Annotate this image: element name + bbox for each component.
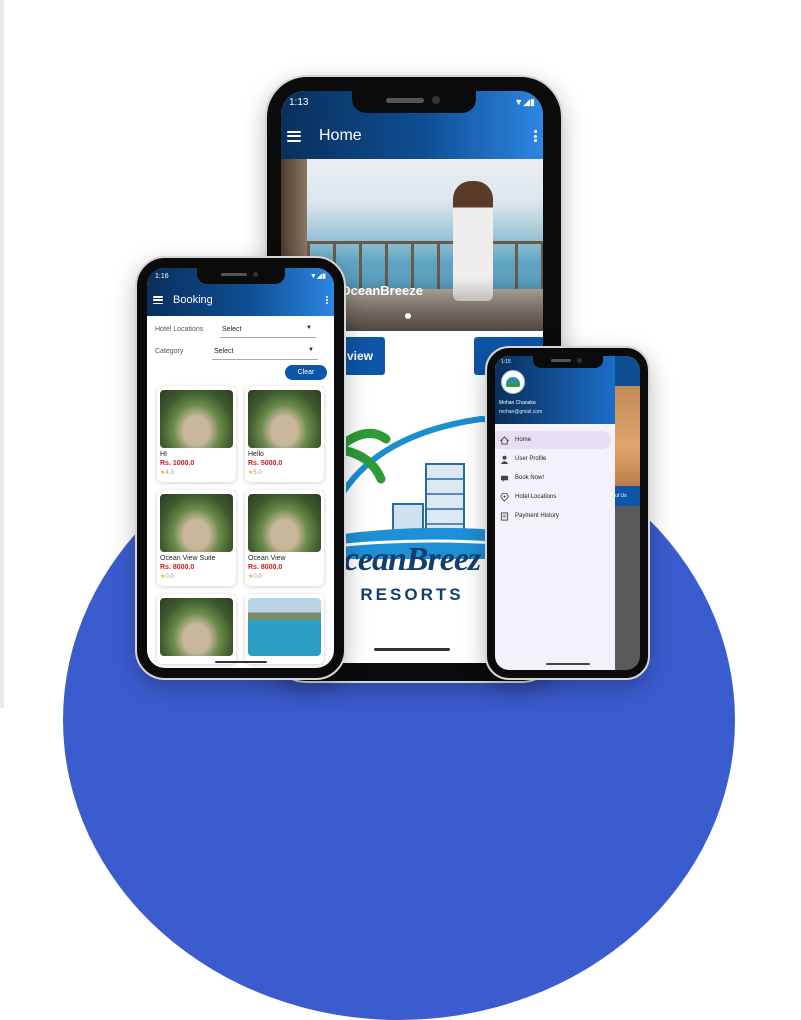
- clear-button[interactable]: Clear: [285, 365, 327, 380]
- clear-button-label: Clear: [297, 369, 315, 376]
- user-icon: [500, 455, 509, 464]
- drawer-item-hotel-locations[interactable]: Hotel Locations: [495, 488, 615, 506]
- booking-screen: 1:16 ▼◢▮ Booking Hotel Locations Select …: [147, 268, 334, 668]
- hotel-card-rating: ★5.0: [248, 469, 262, 476]
- home-appbar: Home: [281, 113, 543, 159]
- drawer-screen: ut Us 1:15 Mohan Chanaka mohan@gmail.com…: [495, 356, 640, 670]
- more-options-icon[interactable]: [534, 130, 537, 142]
- status-time: 1:16: [155, 272, 169, 280]
- hotel-card-image: [248, 390, 321, 448]
- drawer-item-label: Book Now!: [515, 475, 545, 481]
- home-icon: [500, 435, 509, 445]
- hotel-card-image: [248, 494, 321, 552]
- rating-value: 0.0: [165, 574, 174, 580]
- dropdown-arrow-icon: ▼: [306, 325, 312, 331]
- underlying-button: ut Us: [615, 486, 640, 506]
- speaker: [220, 273, 247, 276]
- hotel-locations-select[interactable]: Select ▼: [220, 323, 316, 338]
- drawer-notch: [532, 355, 603, 368]
- front-camera: [576, 358, 582, 363]
- hotel-card-price: Rs. 8000.0: [248, 564, 283, 571]
- rating-value: 4.3: [165, 470, 174, 476]
- hotel-card[interactable]: [245, 594, 324, 664]
- front-camera: [252, 272, 258, 277]
- hotel-card-image: [160, 598, 233, 656]
- front-camera: [432, 96, 440, 104]
- location-pin-icon: [500, 492, 509, 502]
- hotel-card-title: Ocean View: [248, 555, 286, 562]
- page-title: Booking: [173, 294, 213, 306]
- receipt-icon: [500, 511, 509, 521]
- category-label: Category: [155, 348, 184, 355]
- drawer-phone: ut Us 1:15 Mohan Chanaka mohan@gmail.com…: [485, 346, 650, 680]
- hotel-card[interactable]: [157, 594, 236, 664]
- hotel-card-price: Rs. 8000.0: [160, 564, 195, 571]
- home-notch: [352, 89, 476, 113]
- page-title: Home: [319, 127, 362, 144]
- more-options-icon[interactable]: [326, 296, 328, 304]
- status-time: 1:13: [289, 96, 309, 108]
- user-name: Mohan Chanaka: [499, 400, 536, 406]
- view-button-label: view: [346, 349, 373, 363]
- rating-value: 0.0: [253, 574, 262, 580]
- hotel-card[interactable]: Ocean View Rs. 8000.0 ★0.0: [245, 490, 324, 586]
- category-value: Select: [214, 348, 234, 355]
- hotel-card-title: Hello: [248, 451, 264, 458]
- underlying-appbar: [615, 356, 640, 386]
- hotel-card-rating: ★0.0: [248, 573, 262, 580]
- hotel-card-rating: ★0.0: [160, 573, 174, 580]
- navigation-drawer: 1:15 Mohan Chanaka mohan@gmail.com Home …: [495, 356, 615, 670]
- hamburger-menu-icon[interactable]: [153, 296, 163, 304]
- drawer-item-label: Payment History: [515, 513, 560, 519]
- status-time: 1:15: [501, 359, 511, 365]
- home-indicator: [545, 663, 590, 665]
- booking-appbar: Booking: [147, 284, 334, 316]
- left-edge-strip: [0, 0, 4, 708]
- hotel-card[interactable]: Hello Rs. 5000.0 ★5.0: [245, 386, 324, 482]
- status-icons: ▼◢▮: [514, 96, 535, 107]
- avatar-logo-icon: [506, 377, 520, 387]
- speaker: [386, 98, 424, 103]
- chat-icon: [500, 475, 509, 482]
- hotel-card-image: [160, 390, 233, 448]
- carousel-dot-active[interactable]: [405, 313, 411, 319]
- booking-notch: [196, 267, 285, 284]
- drawer-item-label: Hotel Locations: [515, 494, 557, 500]
- category-select[interactable]: Select ▼: [212, 345, 318, 360]
- hotel-card-price: Rs. 1000.0: [160, 460, 195, 467]
- speaker: [550, 359, 571, 362]
- status-icons: ▼◢▮: [309, 273, 326, 280]
- drawer-item-payment-history[interactable]: Payment History: [495, 507, 615, 525]
- hotel-card-rating: ★4.3: [160, 469, 174, 476]
- hotel-card-title: HI: [160, 451, 167, 458]
- hotel-card-price: Rs. 5000.0: [248, 460, 283, 467]
- home-indicator: [374, 648, 450, 651]
- dropdown-arrow-icon: ▼: [308, 347, 314, 353]
- hotel-locations-value: Select: [222, 326, 242, 333]
- hotel-card[interactable]: HI Rs. 1000.0 ★4.3: [157, 386, 236, 482]
- drawer-item-label: User Profile: [515, 456, 547, 462]
- user-avatar: [501, 370, 525, 394]
- underlying-button-label: ut Us: [615, 493, 627, 499]
- hamburger-menu-icon[interactable]: [287, 130, 301, 142]
- user-email: mohan@gmail.com: [499, 409, 543, 415]
- drawer-item-user-profile[interactable]: User Profile: [495, 450, 615, 468]
- hotel-card-title: Ocean View Suite: [160, 555, 216, 562]
- home-indicator: [214, 661, 267, 663]
- hotel-card[interactable]: Ocean View Suite Rs. 8000.0 ★0.0: [157, 490, 236, 586]
- booking-phone: 1:16 ▼◢▮ Booking Hotel Locations Select …: [135, 256, 346, 680]
- hotel-card-image: [248, 598, 321, 656]
- rating-value: 5.0: [253, 470, 262, 476]
- hotel-card-image: [160, 494, 233, 552]
- drawer-item-book-now[interactable]: Book Now!: [495, 469, 615, 487]
- drawer-item-home[interactable]: Home: [495, 431, 611, 449]
- hotel-locations-label: Hotel Locations: [155, 326, 204, 333]
- drawer-item-label: Home: [515, 437, 532, 443]
